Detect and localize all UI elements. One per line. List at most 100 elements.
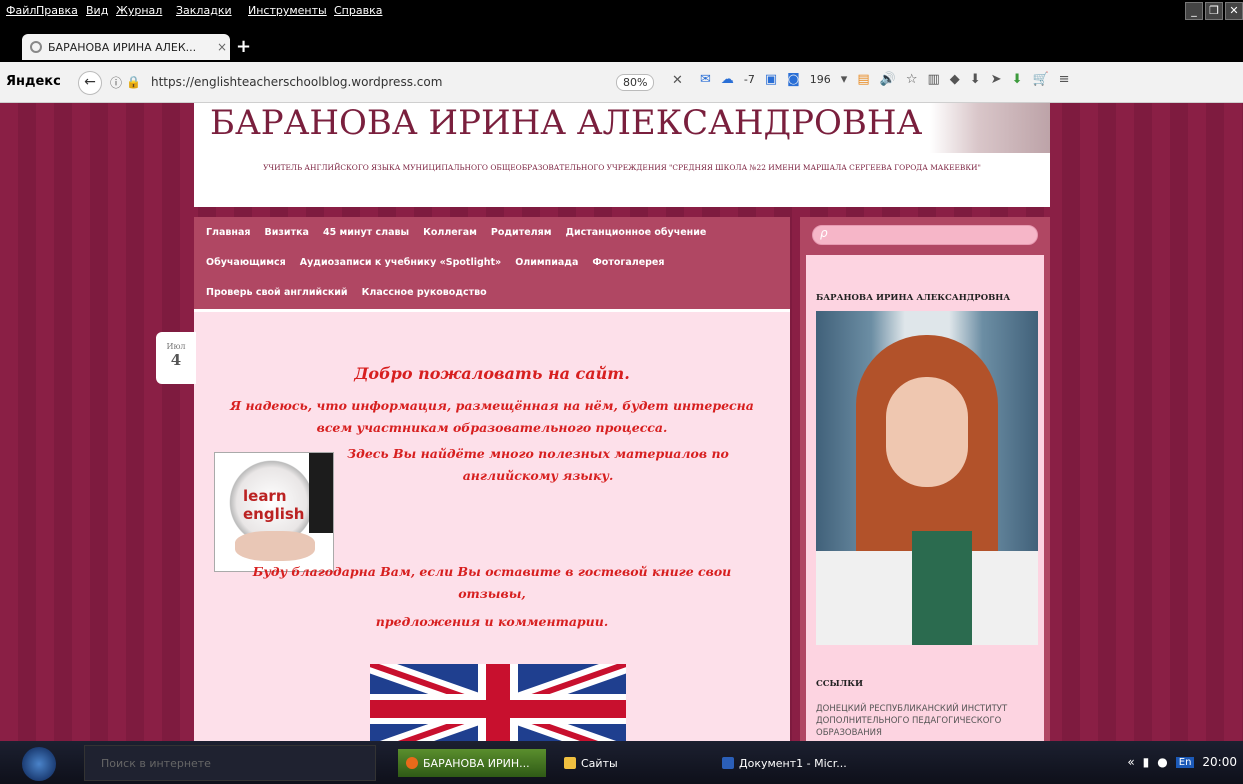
close-window-button[interactable]: ✕	[1225, 2, 1243, 20]
globe-tray-icon[interactable]: ●	[1157, 755, 1167, 769]
clear-url-icon[interactable]: ✕	[672, 73, 683, 88]
navigation-bar: Яндекс ← ⓘ 🔒 https://englishteacherschoo…	[0, 62, 1243, 103]
uk-flag-image	[370, 664, 626, 741]
system-tray: « ▮ ● En 20:00	[1127, 755, 1237, 769]
post-line-2: всем участникам образовательного процесс…	[316, 420, 668, 435]
post-date-month: Июл	[166, 342, 186, 351]
nav-students[interactable]: Обучающимся	[206, 257, 286, 268]
photo-face	[886, 377, 968, 487]
welcome-heading: Добро пожаловать на сайт.	[354, 364, 630, 383]
menu-file[interactable]: Файл	[6, 4, 36, 17]
nav-distance-learning[interactable]: Дистанционное обучение	[565, 227, 706, 238]
start-button[interactable]	[22, 747, 56, 781]
nav-class-management[interactable]: Классное руководство	[362, 287, 487, 298]
language-indicator[interactable]: En	[1175, 756, 1195, 768]
nav-45-minutes[interactable]: 45 минут славы	[323, 227, 409, 238]
send-icon[interactable]: ➤	[991, 72, 1002, 87]
loading-icon	[30, 41, 42, 53]
taskbar-folder-label: Сайты	[581, 756, 618, 770]
nav-audio[interactable]: Аудиозаписи к учебнику «Spotlight»	[300, 257, 501, 268]
nav-row-2: Обучающимся Аудиозаписи к учебнику «Spot…	[206, 257, 664, 268]
firefox-icon	[406, 757, 418, 769]
sound-icon[interactable]: 🔊	[880, 72, 896, 87]
nav-home[interactable]: Главная	[206, 227, 251, 238]
nav-parents[interactable]: Родителям	[491, 227, 552, 238]
menu-bookmarks[interactable]: Закладки	[176, 4, 232, 17]
mail-icon[interactable]: ✉	[700, 72, 711, 87]
sidebar-link-institute[interactable]: ДОНЕЦКИЙ РЕСПУБЛИКАНСКИЙ ИНСТИТУТ ДОПОЛН…	[816, 703, 1016, 739]
weather-value: -7	[743, 73, 755, 86]
nav-photo-gallery[interactable]: Фотогалерея	[592, 257, 664, 268]
yandex-logo[interactable]: Яндекс	[6, 74, 61, 89]
taskbar-folder[interactable]: Сайты	[556, 749, 706, 777]
nav-colleagues[interactable]: Коллегам	[423, 227, 477, 238]
menu-view[interactable]: Вид	[86, 4, 108, 17]
taskbar-search-input[interactable]: Поиск в интернете	[84, 745, 376, 781]
site-description: УЧИТЕЛЬ АНГЛИЙСКОГО ЯЗЫКА МУНИЦИПАЛЬНОГО…	[263, 163, 981, 172]
new-tab-button[interactable]: +	[236, 36, 251, 57]
taskbar-word[interactable]: Документ1 - Micr...	[714, 749, 874, 777]
network-icon[interactable]: ▮	[1143, 755, 1150, 769]
taskbar-firefox[interactable]: БАРАНОВА ИРИН...	[398, 749, 546, 777]
profile-heading: БАРАНОВА ИРИНА АЛЕКСАНДРОВНА	[816, 293, 1011, 303]
lock-icon[interactable]: 🔒	[126, 75, 141, 89]
info-icon[interactable]: ⓘ	[110, 74, 122, 91]
tab-bar: БАРАНОВА ИРИНА АЛЕК... × +	[0, 22, 1243, 62]
menu-tools[interactable]: Инструменты	[248, 4, 327, 17]
nav-olympiad[interactable]: Олимпиада	[515, 257, 578, 268]
counter-icon[interactable]: ◙	[787, 72, 800, 87]
download-icon[interactable]: ⬇	[970, 72, 981, 87]
post-line-6: отзывы,	[458, 586, 526, 601]
site-title[interactable]: БАРАНОВА ИРИНА АЛЕКСАНДРОВНА	[210, 103, 922, 143]
dropdown-icon[interactable]: ▾	[841, 72, 848, 87]
search-input[interactable]	[812, 225, 1038, 245]
post-line-4: английскому языку.	[462, 468, 614, 483]
post-line-3: Здесь Вы найдёте много полезных материал…	[347, 446, 729, 461]
post-line-1: Я надеюсь, что информация, размещённая н…	[230, 398, 754, 413]
photo-scarf	[912, 531, 972, 645]
search-icon[interactable]: ρ	[820, 226, 828, 240]
bookmark-star-icon[interactable]: ☆	[906, 72, 918, 87]
zoom-level[interactable]: 80%	[616, 74, 655, 91]
back-button[interactable]: ←	[78, 71, 102, 95]
cart-icon[interactable]: 🛒	[1032, 72, 1048, 87]
green-download-icon[interactable]: ⬇	[1012, 72, 1023, 87]
post-content: Добро пожаловать на сайт. Я надеюсь, что…	[194, 309, 790, 741]
links-heading: ССЫЛКИ	[816, 679, 864, 689]
globe-text: learn english	[243, 487, 305, 523]
word-icon	[722, 757, 734, 769]
menu-help[interactable]: Справка	[334, 4, 382, 17]
addon-icon[interactable]: ▤	[857, 72, 869, 87]
main-navigation: Главная Визитка 45 минут славы Коллегам …	[194, 217, 790, 309]
tab-close-button[interactable]: ×	[214, 40, 230, 54]
nav-row-1: Главная Визитка 45 минут славы Коллегам …	[206, 227, 706, 238]
minimize-button[interactable]: _	[1185, 2, 1203, 20]
taskbar-firefox-label: БАРАНОВА ИРИН...	[423, 756, 530, 770]
post-body: Добро пожаловать на сайт. Я надеюсь, что…	[198, 316, 786, 741]
reading-list-icon[interactable]: ▥	[927, 72, 939, 87]
clock[interactable]: 20:00	[1202, 755, 1237, 769]
pocket-icon[interactable]: ◆	[950, 72, 960, 87]
post-date-day: 4	[170, 351, 182, 369]
nav-row-3: Проверь свой английский Классное руковод…	[206, 287, 487, 298]
address-bar[interactable]: ⓘ 🔒 https://englishteacherschoolblog.wor…	[104, 71, 694, 93]
menu-icon[interactable]: ≡	[1059, 72, 1070, 87]
browser-tab[interactable]: БАРАНОВА ИРИНА АЛЕК... ×	[22, 34, 230, 60]
post-line-7: предложения и комментарии.	[375, 614, 609, 629]
image-hand	[235, 531, 315, 561]
extension-icon[interactable]: ▣	[765, 72, 777, 87]
post-date: Июл 4	[156, 332, 196, 384]
post-line-5: Буду благодарна Вам, если Вы оставите в …	[252, 564, 732, 579]
tray-expand-icon[interactable]: «	[1127, 755, 1134, 769]
weather-icon[interactable]: ☁	[721, 72, 734, 87]
menu-history[interactable]: Журнал	[116, 4, 162, 17]
sidebar-search: ρ	[800, 217, 1050, 251]
menu-edit[interactable]: Правка	[36, 4, 78, 17]
nav-check-english[interactable]: Проверь свой английский	[206, 287, 348, 298]
sidebar-widget: БАРАНОВА ИРИНА АЛЕКСАНДРОВНА ССЫЛКИ ДОНЕ…	[806, 255, 1044, 741]
nav-card[interactable]: Визитка	[265, 227, 309, 238]
counter-value: 196	[809, 73, 831, 86]
url-text[interactable]: https://englishteacherschoolblog.wordpre…	[151, 75, 442, 89]
web-page: БАРАНОВА ИРИНА АЛЕКСАНДРОВНА УЧИТЕЛЬ АНГ…	[0, 103, 1243, 741]
restore-button[interactable]: ❐	[1205, 2, 1223, 20]
